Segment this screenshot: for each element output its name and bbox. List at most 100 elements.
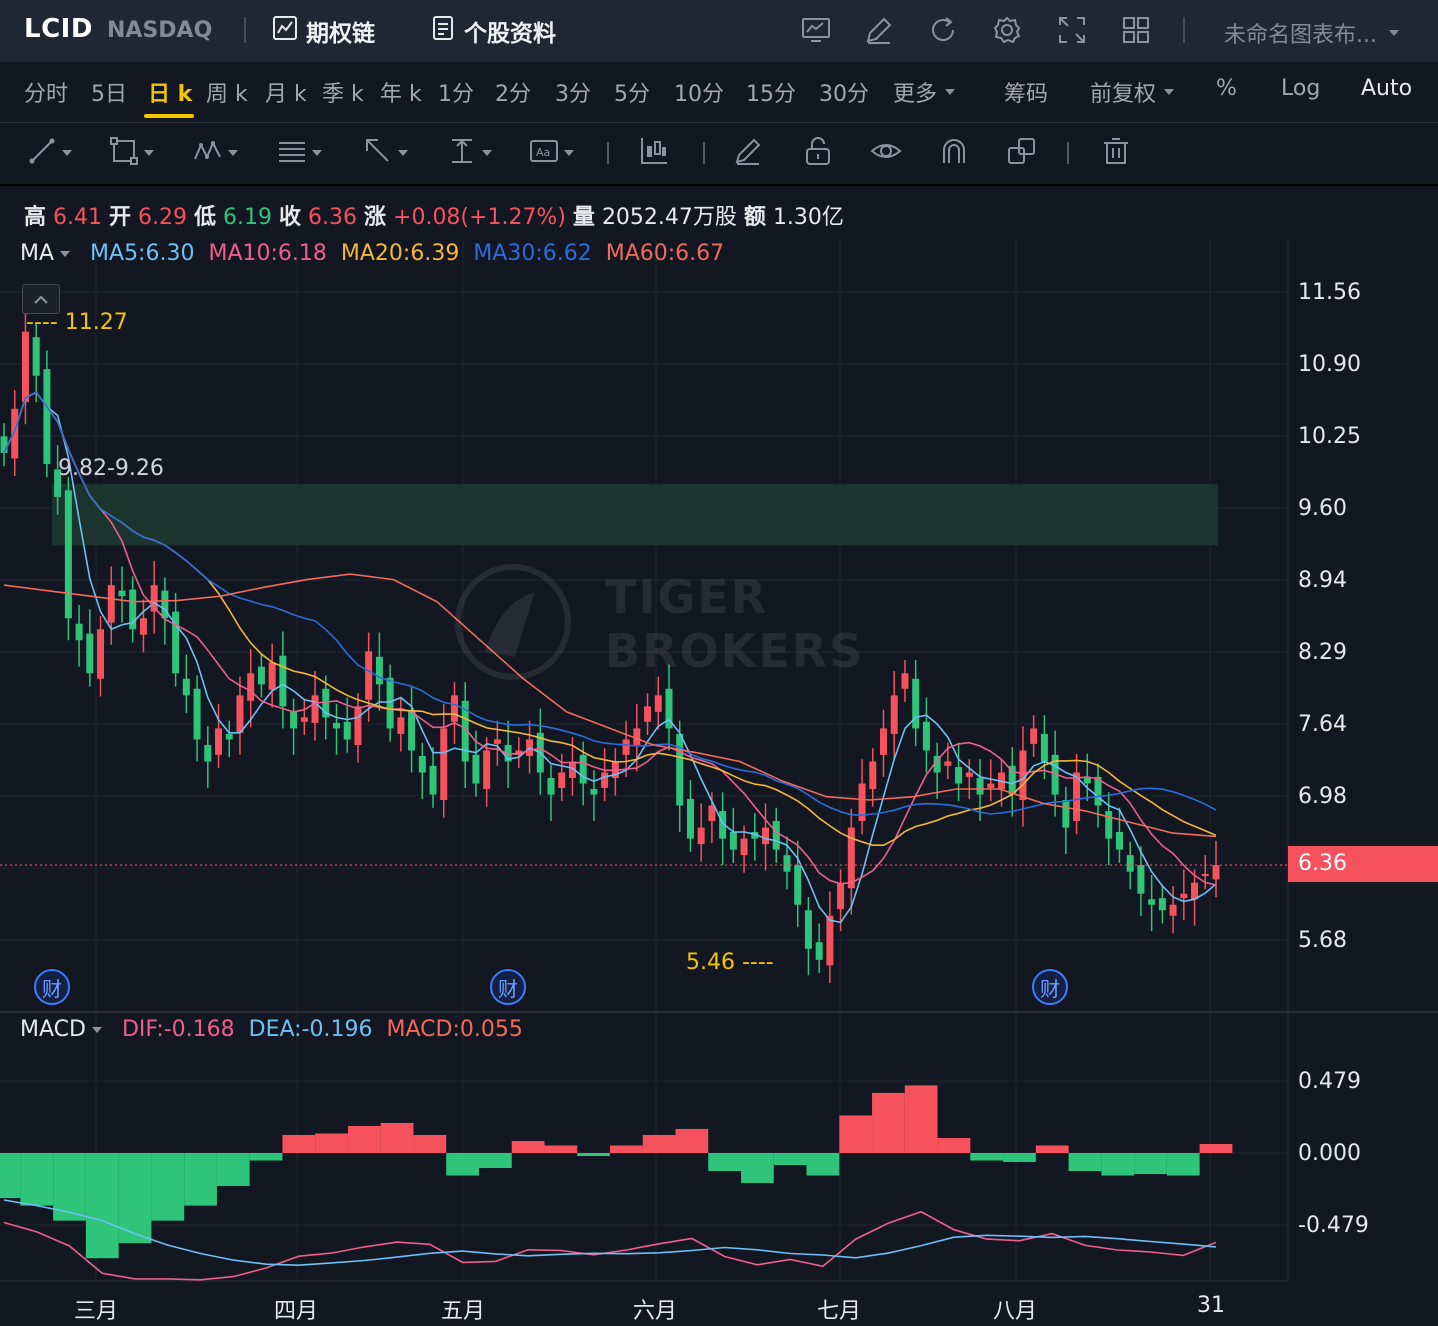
chart-app: LCID NASDAQ 期权链 个股资料 未命名图表布... 分时 5日 日 k… [0, 0, 1438, 1326]
macd-bar [1166, 1153, 1200, 1176]
candle-body [75, 623, 83, 641]
dropdown-arrow-icon [91, 1026, 102, 1033]
candle-body [1169, 904, 1177, 916]
candle-body [880, 728, 888, 755]
macd-bar [806, 1153, 840, 1176]
candle-body [1126, 855, 1134, 872]
candle-body [697, 827, 705, 845]
earnings-badge[interactable]: 财 [1032, 969, 1068, 1005]
dif-line [3, 1210, 1217, 1281]
candle-body [247, 673, 255, 701]
macd-indicator-dropdown[interactable]: MACD [20, 1017, 102, 1042]
macd-bar [478, 1153, 512, 1169]
macd-indicator-name: MACD [20, 1017, 86, 1042]
macd-bar [151, 1153, 185, 1221]
candle-body [1158, 898, 1166, 911]
candle-body [300, 717, 308, 722]
candle-body [493, 739, 501, 744]
macd-bar [904, 1085, 938, 1153]
candle-body [740, 838, 748, 856]
date-axis-label: 四月 [274, 1299, 319, 1324]
candle-body [1008, 765, 1016, 795]
candle-body [418, 755, 426, 773]
candle-body [193, 688, 201, 740]
candle-body [182, 678, 190, 696]
macd-bar [741, 1153, 774, 1184]
macd-bar [0, 1153, 21, 1199]
candle-body [279, 655, 287, 707]
earnings-badge[interactable]: 财 [34, 969, 70, 1005]
macd-bar [970, 1153, 1004, 1161]
candle-body [97, 629, 105, 679]
ma10-value: MA10:6.18 [208, 241, 327, 266]
dif-value: DIF:-0.168 [121, 1017, 235, 1042]
macd-bar [544, 1145, 578, 1153]
macd-bar [413, 1134, 447, 1153]
date-axis-label: 31 [1197, 1293, 1225, 1318]
macd-bar [1134, 1153, 1167, 1175]
date-axis-label: 五月 [441, 1299, 486, 1324]
macd-bar [249, 1153, 283, 1161]
candle-body [547, 778, 555, 795]
price-axis-label: 11.56 [1298, 280, 1361, 305]
candle-body [944, 761, 952, 766]
macd-axis-label: -0.479 [1298, 1213, 1369, 1238]
low-price-marker: 5.46 ---- [686, 950, 774, 975]
candle-body [311, 695, 319, 723]
candle-body [1212, 865, 1220, 880]
macd-legend: MACD DIF:-0.168 DEA:-0.196 MACD:0.055 [20, 1017, 537, 1042]
candle-body [408, 710, 416, 751]
candle-body [0, 436, 8, 453]
macd-bar [511, 1140, 545, 1153]
ma-indicator-name: MA [20, 241, 55, 266]
candle-body [901, 673, 909, 689]
ma20-value: MA20:6.39 [340, 241, 460, 266]
candle-body [343, 721, 351, 740]
price-zone [52, 483, 1218, 546]
candle-body [64, 490, 72, 619]
price-axis-label: 8.29 [1298, 640, 1347, 665]
price-axis-label: 7.64 [1298, 712, 1347, 737]
dea-value: DEA:-0.196 [248, 1017, 373, 1042]
candle-body [654, 695, 662, 712]
candle-body [762, 827, 770, 845]
date-axis-label: 八月 [993, 1299, 1038, 1324]
price-axis-label: 9.60 [1298, 496, 1347, 521]
dea-line [3, 1199, 1217, 1267]
candle-body [1105, 811, 1113, 839]
watermark: TIGER BROKERS [455, 562, 862, 682]
candle-body [987, 783, 995, 788]
candle-body [1148, 899, 1156, 905]
date-axis-label: 六月 [633, 1299, 678, 1324]
candle-body [794, 865, 802, 905]
watermark-line1: TIGER [605, 570, 769, 624]
zone-range-label: 9.82-9.26 [58, 456, 164, 481]
macd-bar [20, 1153, 54, 1206]
candle-body [1191, 882, 1199, 900]
candle-body [397, 717, 405, 734]
ma-indicator-dropdown[interactable]: MA [20, 241, 71, 266]
macd-bar [282, 1134, 316, 1153]
macd-bar [642, 1134, 676, 1153]
candle-body [686, 798, 694, 839]
candle-body [375, 656, 383, 685]
candle-body [965, 772, 973, 777]
candle-body [386, 677, 394, 729]
candle-body [236, 695, 244, 733]
candle-body [107, 585, 115, 623]
macd-bar [216, 1153, 250, 1187]
earnings-badge[interactable]: 财 [490, 969, 526, 1005]
macd-bar [315, 1133, 348, 1153]
candle-body [332, 722, 340, 729]
candle-body [1201, 873, 1209, 877]
macd-bar [577, 1153, 610, 1157]
candle-body [815, 942, 823, 960]
candle-body [268, 662, 276, 690]
macd-bar [1068, 1153, 1102, 1172]
ma30-value: MA30:6.62 [473, 241, 592, 266]
candle-body [118, 590, 126, 597]
candle-body [622, 739, 630, 755]
candle-body [1083, 778, 1091, 784]
price-axis-label: 8.94 [1298, 568, 1347, 593]
tiger-logo-icon [455, 564, 571, 680]
